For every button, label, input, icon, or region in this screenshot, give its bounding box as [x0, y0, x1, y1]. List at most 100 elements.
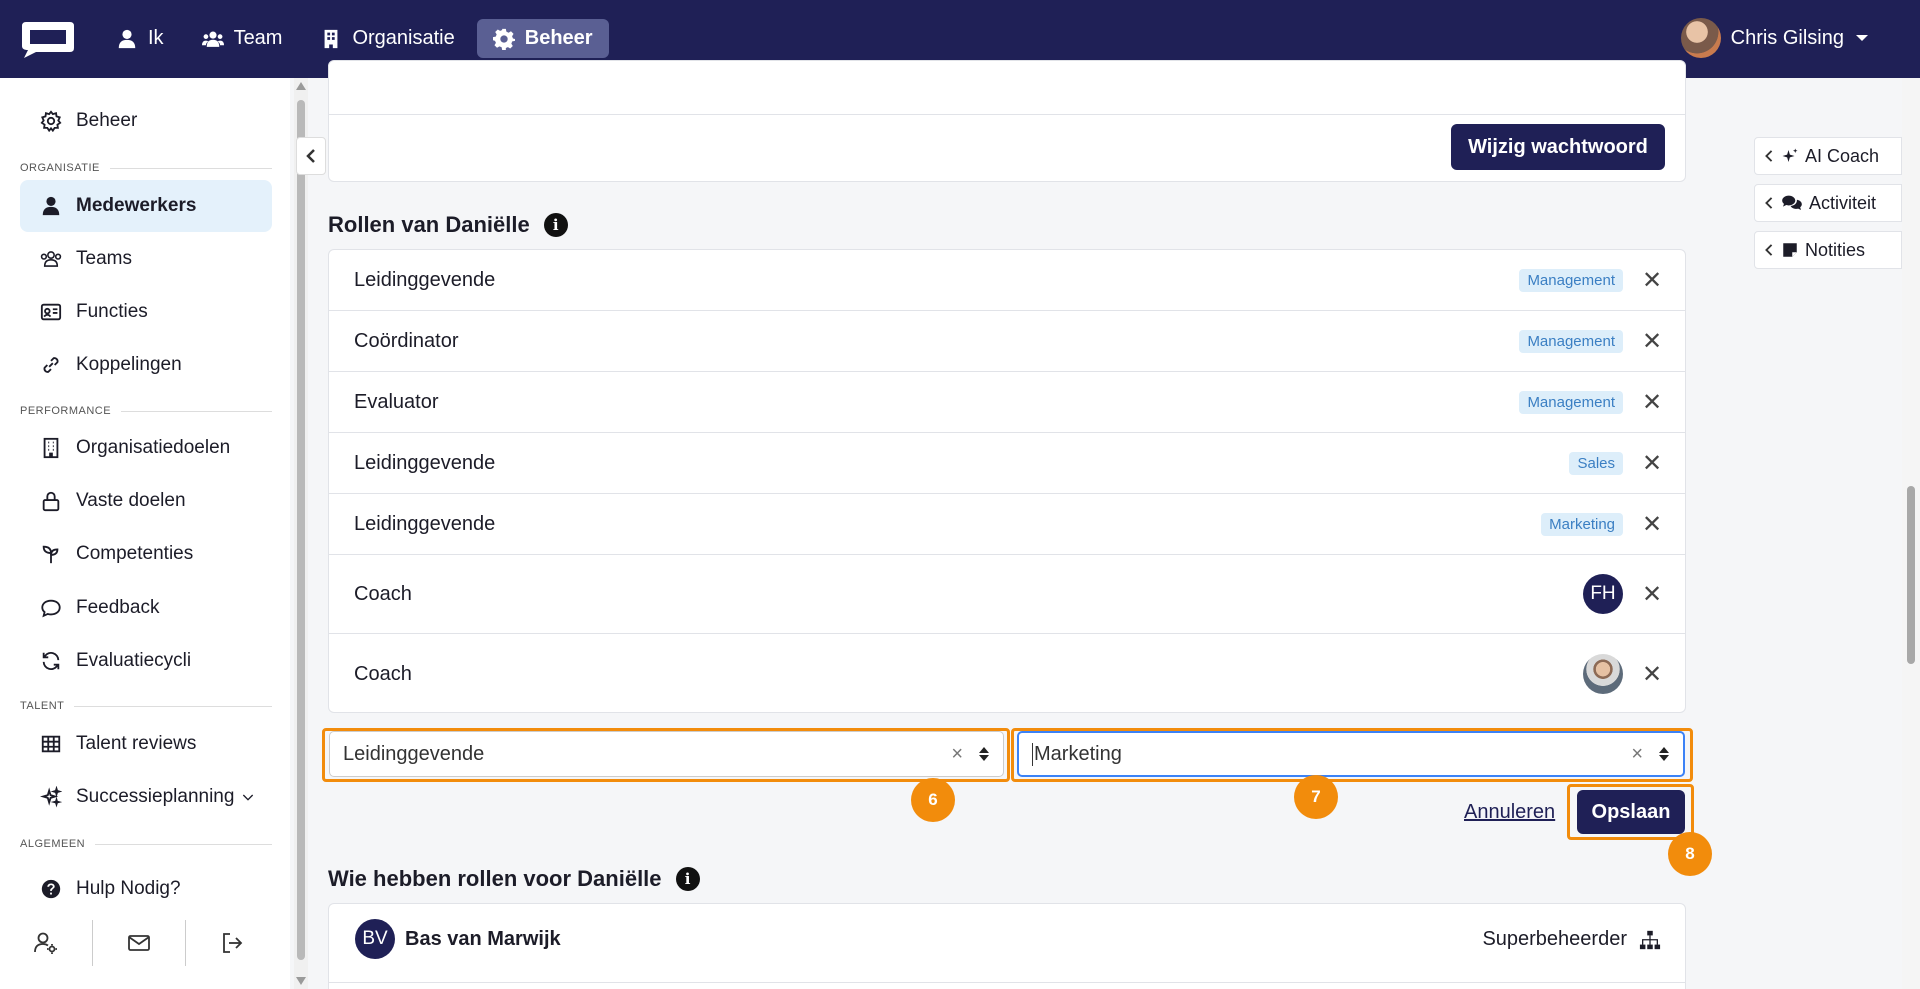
page-title: Rollen van Daniëlle: [328, 212, 530, 237]
remove-role-button[interactable]: ✕: [1637, 327, 1667, 356]
sidebar-scrollbar[interactable]: [294, 78, 308, 989]
sidebar-item-medewerkers[interactable]: Medewerkers: [20, 180, 272, 232]
tab-notities[interactable]: Notities: [1754, 231, 1902, 269]
info-icon[interactable]: i: [543, 213, 568, 237]
step-marker: 6: [911, 778, 955, 822]
scroll-up-icon[interactable]: [296, 82, 306, 90]
user-settings-button[interactable]: [0, 930, 92, 956]
nav-ik-label: Ik: [148, 27, 164, 49]
avatar: FH: [1583, 574, 1623, 614]
clear-icon[interactable]: ×: [951, 743, 963, 766]
scrollbar-thumb[interactable]: [297, 100, 305, 960]
who-heading: Wie hebben rollen voor Daniëlle i: [328, 866, 700, 892]
sidebar-item-hulp[interactable]: Hulp Nodig?: [20, 863, 272, 915]
role-name: Leidinggevende: [354, 268, 496, 291]
section-label: ORGANISATIE: [20, 162, 100, 174]
sidebar-item-vaste-doelen[interactable]: Vaste doelen: [20, 475, 272, 527]
change-password-button[interactable]: Wijzig wachtwoord: [1451, 124, 1665, 170]
user-gear-icon: [34, 932, 57, 954]
sidebar-item-organisatiedoelen[interactable]: Organisatiedoelen: [20, 422, 272, 474]
scope-select-value: Marketing: [1032, 742, 1122, 766]
list-item[interactable]: BV Bas van Marwijk: [355, 919, 561, 959]
avatar: [1680, 18, 1721, 58]
role-label: Superbeheerder: [1482, 928, 1661, 951]
role-name: Coach: [354, 662, 412, 685]
tab-ai-coach[interactable]: AI Coach: [1754, 137, 1902, 175]
sidebar-item-evaluatiecycli[interactable]: Evaluatiecycli: [20, 635, 272, 687]
save-button[interactable]: Opslaan: [1577, 790, 1685, 834]
sidebar-item-label: Koppelingen: [76, 354, 182, 375]
section-algemeen: ALGEMEEN: [20, 838, 272, 850]
role-name: Leidinggevende: [354, 451, 496, 474]
logout-icon: [223, 933, 243, 953]
sidebar-item-teams[interactable]: Teams: [20, 233, 272, 285]
role-name: Coach: [354, 582, 412, 605]
sidebar-item-beheer[interactable]: Beheer: [20, 95, 272, 147]
nav-beheer[interactable]: Beheer: [476, 19, 609, 58]
envelope-icon: [128, 935, 150, 951]
scope-badge: Management: [1519, 390, 1623, 414]
avatar: [1583, 654, 1623, 694]
sidebar-item-functies[interactable]: Functies: [20, 286, 272, 338]
role-text: Superbeheerder: [1482, 928, 1627, 950]
mail-button[interactable]: [93, 930, 185, 956]
list-item: Leidinggevende Sales ✕: [329, 433, 1685, 494]
sidebar-item-competenties[interactable]: Competenties: [20, 528, 272, 580]
sidebar-item-label: Evaluatiecycli: [76, 650, 192, 671]
nav-team-label: Team: [233, 27, 283, 49]
refresh-icon: [42, 652, 60, 670]
role-select[interactable]: Leidinggevende ×: [329, 731, 1004, 777]
info-icon[interactable]: i: [675, 867, 700, 891]
tab-activiteit[interactable]: Activiteit: [1754, 184, 1902, 222]
section-label: PERFORMANCE: [20, 405, 112, 417]
question-circle-icon: [41, 879, 61, 899]
clear-icon[interactable]: ×: [1631, 743, 1643, 766]
list-item: Leidinggevende Marketing ✕: [329, 494, 1685, 555]
account-card: Wijzig wachtwoord: [328, 60, 1686, 182]
roles-list: Leidinggevende Management ✕ Coördinator …: [328, 249, 1686, 713]
collapse-sidebar-button[interactable]: [296, 137, 326, 175]
sort-icon: [979, 747, 989, 761]
chevron-left-icon: [1765, 197, 1773, 209]
sidebar-item-label: Vaste doelen: [76, 490, 186, 511]
cancel-link[interactable]: Annuleren: [1464, 801, 1555, 824]
remove-role-button[interactable]: ✕: [1637, 388, 1667, 417]
sticky-note-icon: [1783, 243, 1797, 257]
sparkles-icon: [1782, 148, 1798, 162]
scope-select[interactable]: Marketing ×: [1017, 731, 1685, 777]
user-name: Chris Gilsing: [1730, 26, 1844, 49]
remove-role-button[interactable]: ✕: [1637, 449, 1667, 478]
sparkles-icon: [40, 786, 62, 808]
gear-icon: [492, 28, 515, 50]
building-icon: [43, 437, 59, 459]
scrollbar-thumb[interactable]: [1907, 486, 1915, 664]
remove-role-button[interactable]: ✕: [1637, 580, 1667, 609]
remove-role-button[interactable]: ✕: [1637, 510, 1667, 539]
page-scrollbar[interactable]: [1902, 78, 1920, 989]
role-name: Leidinggevende: [354, 512, 496, 535]
sidebar-item-label: Functies: [76, 301, 148, 322]
comments-icon: [1782, 195, 1802, 210]
sidebar-item-successieplanning[interactable]: Successieplanning: [20, 771, 272, 823]
seedling-icon: [42, 545, 59, 564]
list-item: Coach FH ✕: [329, 555, 1685, 634]
remove-role-button[interactable]: ✕: [1637, 266, 1667, 295]
id-card-icon: [40, 303, 62, 321]
logout-button[interactable]: [186, 930, 278, 956]
user-menu[interactable]: Chris Gilsing: [1680, 18, 1868, 58]
role-select-value: Leidinggevende: [343, 742, 485, 765]
sidebar-item-label: Successieplanning: [76, 786, 235, 807]
tab-label: AI Coach: [1805, 145, 1880, 166]
divider: [329, 114, 1685, 115]
nav-team[interactable]: Team: [186, 19, 299, 58]
sidebar-item-feedback[interactable]: Feedback: [20, 582, 272, 634]
app-logo[interactable]: [18, 18, 78, 60]
remove-role-button[interactable]: ✕: [1637, 660, 1667, 689]
scroll-down-icon[interactable]: [296, 977, 306, 985]
nav-ik[interactable]: Ik: [100, 19, 180, 58]
list-item: Coach ✕: [329, 634, 1685, 714]
sidebar-item-koppelingen[interactable]: Koppelingen: [20, 339, 272, 391]
chevron-down-icon: [243, 794, 254, 801]
nav-organisatie[interactable]: Organisatie: [304, 19, 470, 58]
sidebar-item-talent-reviews[interactable]: Talent reviews: [20, 718, 272, 770]
